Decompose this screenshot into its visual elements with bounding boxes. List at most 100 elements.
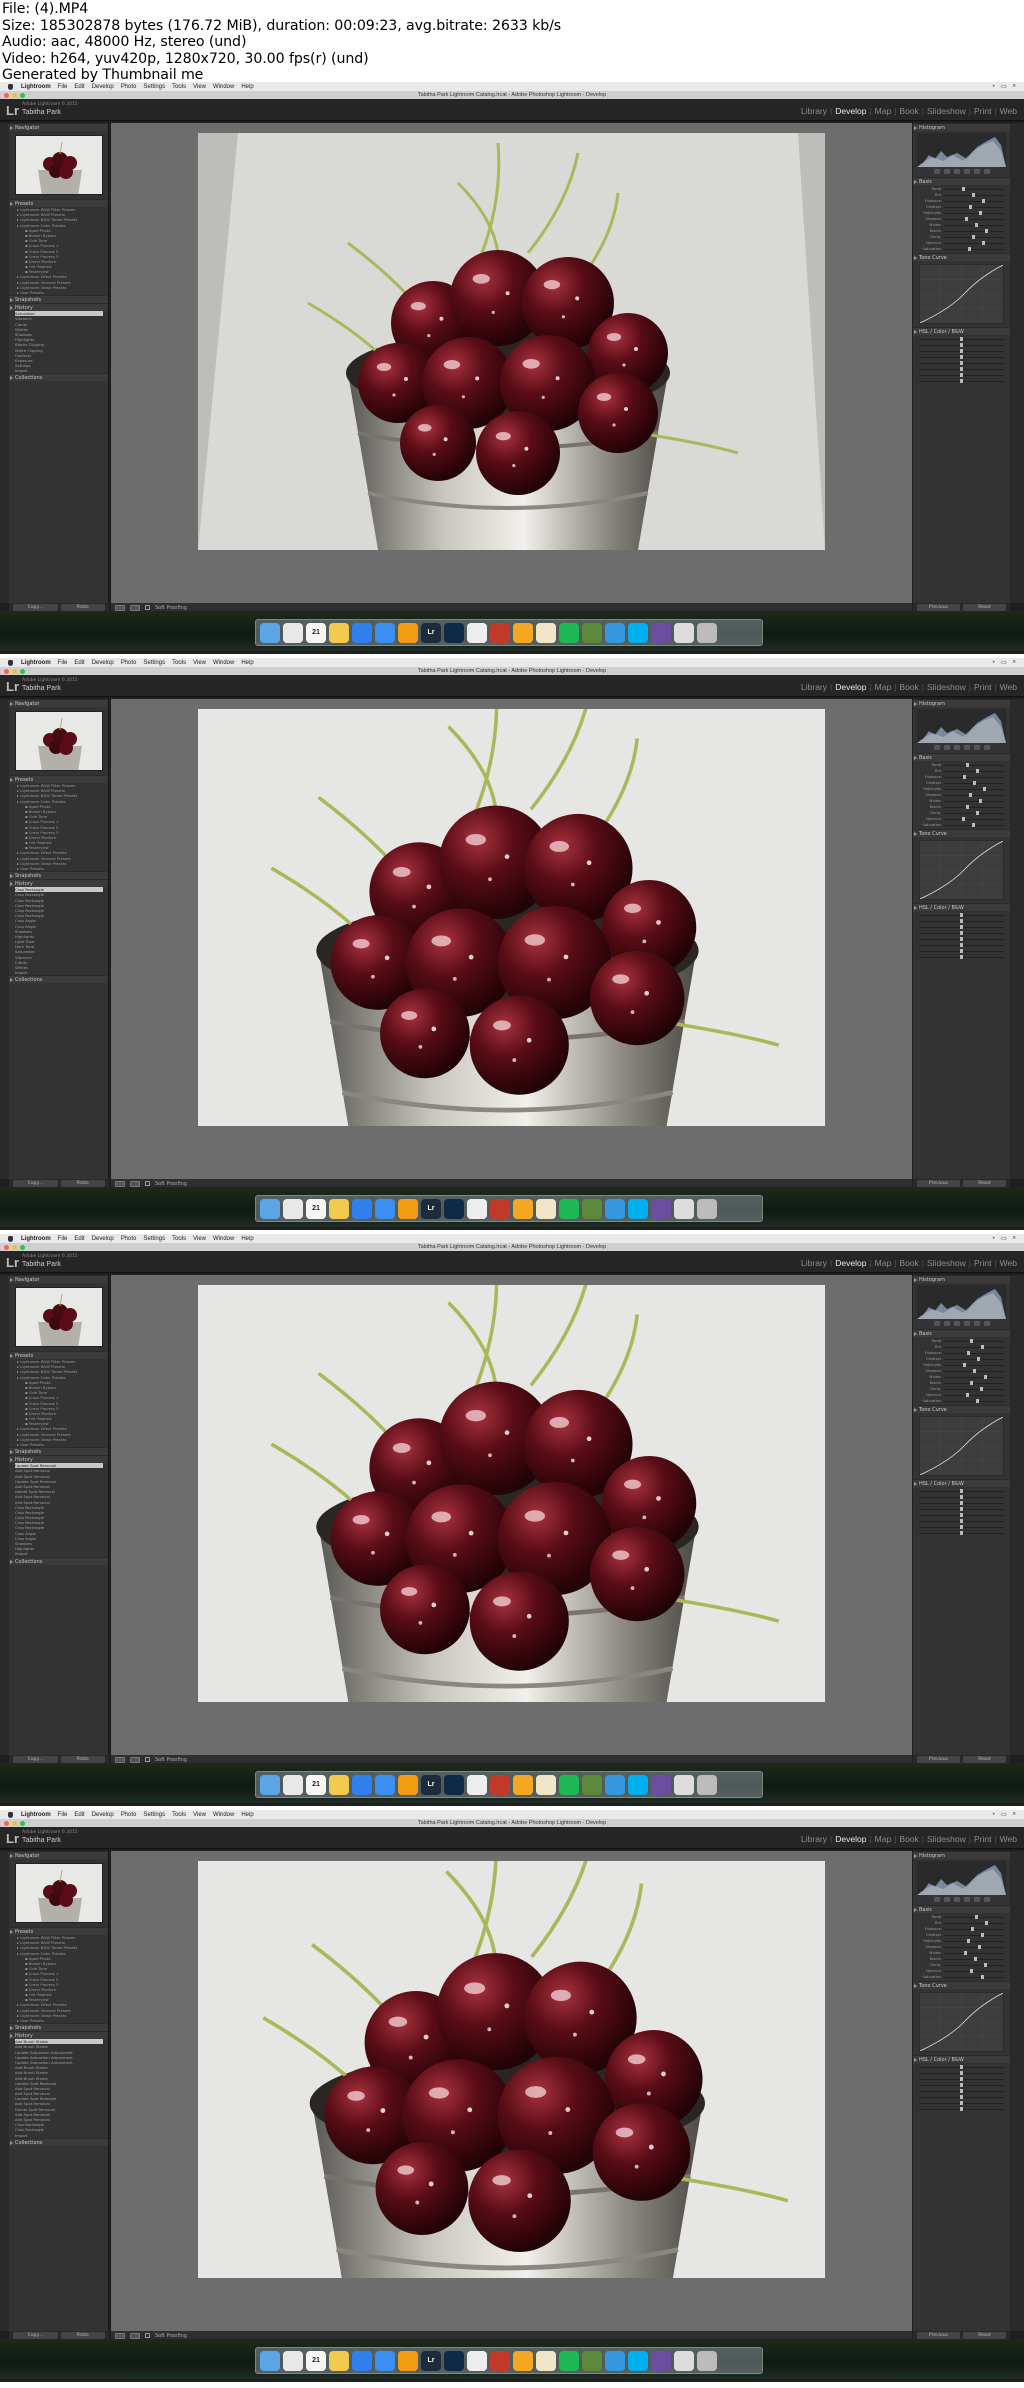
slider-knob[interactable] (981, 1933, 985, 1937)
collections-panel-header[interactable]: Collections (9, 1556, 108, 1565)
battery-icon[interactable]: ▭ (1001, 1235, 1007, 1242)
radial-filter-icon[interactable] (973, 1321, 980, 1326)
tone-curve-graph[interactable] (919, 264, 1004, 324)
menu-item-settings[interactable]: Settings (143, 660, 165, 666)
notes-icon[interactable] (329, 622, 349, 643)
spot-removal-icon[interactable] (943, 1897, 950, 1902)
crop-tool-icon[interactable] (933, 1897, 940, 1902)
slider-track[interactable] (919, 2065, 1004, 2069)
close-window-button[interactable] (4, 1821, 9, 1826)
before-after-icon[interactable] (130, 1180, 140, 1187)
zoom-window-button[interactable] (20, 1245, 25, 1250)
chrome-icon[interactable] (283, 1198, 303, 1219)
navigator-preview[interactable] (14, 1863, 103, 1923)
messages-icon[interactable] (605, 622, 625, 643)
messages-icon[interactable] (605, 2350, 625, 2371)
module-develop[interactable]: Develop (832, 1834, 869, 1844)
snapshots-panel-header[interactable]: Snapshots (9, 2023, 108, 2032)
menu-item-help[interactable]: Help (241, 84, 253, 90)
slider-track[interactable] (944, 1369, 1004, 1373)
slider-track[interactable] (944, 775, 1004, 779)
minecraft-icon[interactable] (582, 2350, 602, 2371)
menu-item-view[interactable]: View (193, 1236, 206, 1242)
paste-settings-button[interactable]: Paste (60, 2332, 105, 2339)
basic-panel-header[interactable]: Basic (913, 1905, 1010, 1913)
apple-icon[interactable] (674, 2350, 694, 2371)
skype-icon[interactable] (628, 622, 648, 643)
slider-knob[interactable] (959, 1489, 963, 1493)
trash-icon[interactable] (697, 622, 717, 643)
flash-icon[interactable] (490, 1774, 510, 1795)
slider-track[interactable] (944, 823, 1004, 827)
slider-track[interactable] (919, 943, 1004, 947)
left-panel-collapse-strip[interactable] (0, 1275, 9, 1755)
imovie-icon[interactable] (651, 1198, 671, 1219)
slider-knob[interactable] (959, 2071, 963, 2075)
slider-track[interactable] (944, 1399, 1004, 1403)
menu-item-tools[interactable]: Tools (172, 1812, 186, 1818)
slider-knob[interactable] (959, 2083, 963, 2087)
menu-item-file[interactable]: File (58, 660, 68, 666)
histogram-panel-header[interactable]: Histogram (913, 1275, 1010, 1283)
slider-track[interactable] (919, 379, 1004, 383)
photoshop-icon[interactable] (444, 1198, 464, 1219)
module-web[interactable]: Web (997, 1834, 1020, 1844)
notes-icon[interactable] (329, 2350, 349, 2371)
menu-item-window[interactable]: Window (213, 660, 234, 666)
right-panel-collapse-strip[interactable] (1010, 1851, 1024, 2331)
slider-knob[interactable] (959, 955, 963, 959)
soft-proofing-checkbox[interactable] (145, 1181, 150, 1186)
slider-knob[interactable] (972, 823, 976, 827)
menu-item-develop[interactable]: Develop (92, 84, 114, 90)
slider-knob[interactable] (979, 799, 983, 803)
menu-item-file[interactable]: File (58, 1236, 68, 1242)
photos-icon[interactable] (398, 1774, 418, 1795)
navigator-preview[interactable] (14, 711, 103, 771)
slider-knob[interactable] (959, 1525, 963, 1529)
slider-knob[interactable] (969, 1381, 973, 1385)
menu-item-photo[interactable]: Photo (121, 1236, 137, 1242)
slider-knob[interactable] (959, 943, 963, 947)
slider-track[interactable] (944, 193, 1004, 197)
module-map[interactable]: Map (872, 106, 895, 116)
slider-track[interactable] (944, 763, 1004, 767)
slider-track[interactable] (944, 1927, 1004, 1931)
history-panel-header[interactable]: History (9, 1455, 108, 1464)
presets-panel-header[interactable]: Presets (9, 775, 108, 783)
red-eye-icon[interactable] (953, 1897, 960, 1902)
slider-knob[interactable] (962, 775, 966, 779)
menu-item-lightroom[interactable]: Lightroom (21, 1236, 51, 1242)
slider-knob[interactable] (959, 949, 963, 953)
before-after-icon[interactable] (130, 2332, 140, 2339)
module-develop[interactable]: Develop (832, 682, 869, 692)
module-print[interactable]: Print (971, 1834, 994, 1844)
slider-track[interactable] (919, 367, 1004, 371)
crop-tool-icon[interactable] (933, 1321, 940, 1326)
copy-settings-button[interactable]: Copy... (13, 604, 58, 611)
module-slideshow[interactable]: Slideshow (924, 682, 969, 692)
clock-icon[interactable] (467, 2350, 487, 2371)
slider-track[interactable] (944, 1381, 1004, 1385)
wifi-icon[interactable]: ◔ (991, 1812, 995, 1818)
slider-track[interactable] (944, 769, 1004, 773)
slider-track[interactable] (944, 1345, 1004, 1349)
menu-item-photo[interactable]: Photo (121, 84, 137, 90)
graduated-filter-icon[interactable] (963, 745, 970, 750)
slider-track[interactable] (944, 199, 1004, 203)
reset-button[interactable]: Reset (963, 604, 1006, 611)
slider-track[interactable] (919, 913, 1004, 917)
menu-item-tools[interactable]: Tools (172, 1236, 186, 1242)
slider-track[interactable] (944, 241, 1004, 245)
slider-track[interactable] (919, 925, 1004, 929)
skype-icon[interactable] (628, 1774, 648, 1795)
hsl-panel-header[interactable]: HSL / Color / B&W (913, 1479, 1010, 1487)
slider-track[interactable] (944, 223, 1004, 227)
adjustment-brush-icon[interactable] (983, 1897, 990, 1902)
slider-knob[interactable] (959, 2089, 963, 2093)
slider-track[interactable] (919, 2077, 1004, 2081)
menu-item-lightroom[interactable]: Lightroom (21, 1812, 51, 1818)
loupe-view-icon[interactable] (115, 1180, 125, 1187)
slider-track[interactable] (944, 1963, 1004, 1967)
slider-knob[interactable] (972, 781, 976, 785)
crop-tool-icon[interactable] (933, 169, 940, 174)
